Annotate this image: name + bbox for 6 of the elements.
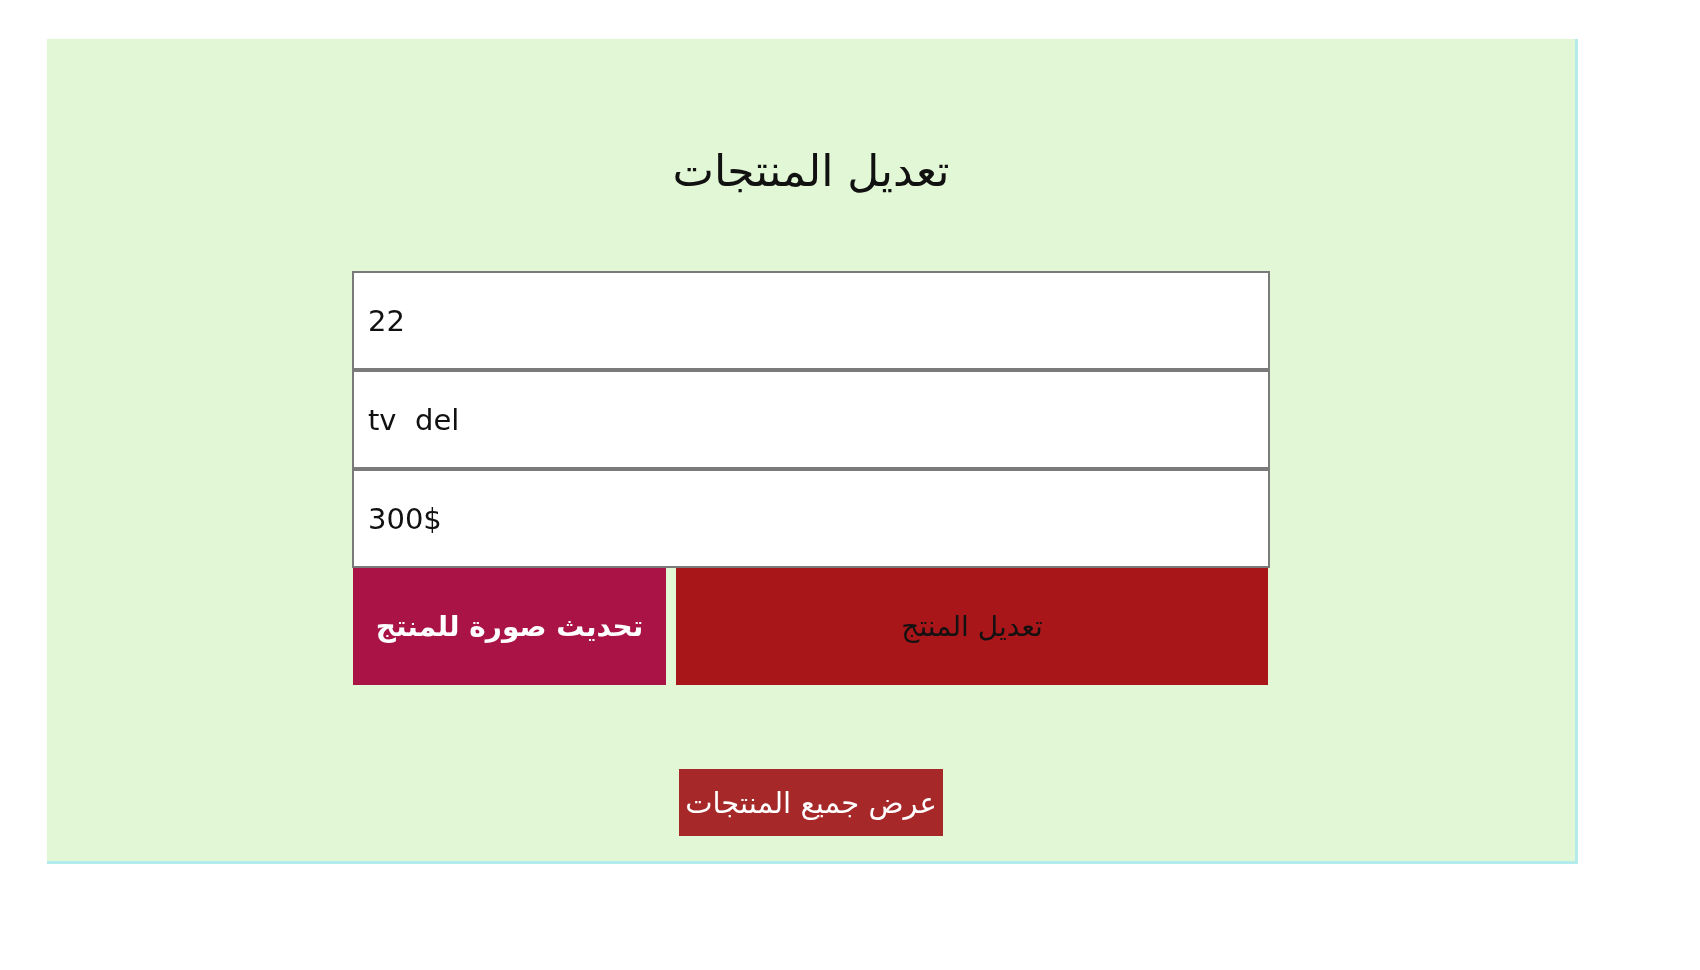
- input-field[interactable]: tv del: [352, 370, 1270, 469]
- update-image-button[interactable]: تحديث صورة للمنتج: [353, 568, 666, 685]
- view-all-products-button[interactable]: عرض جميع المنتجات: [679, 769, 943, 836]
- input-field[interactable]: 22: [352, 271, 1270, 370]
- page-title: تعديل المنتجات: [672, 144, 950, 198]
- input-field[interactable]: 300$: [352, 469, 1270, 568]
